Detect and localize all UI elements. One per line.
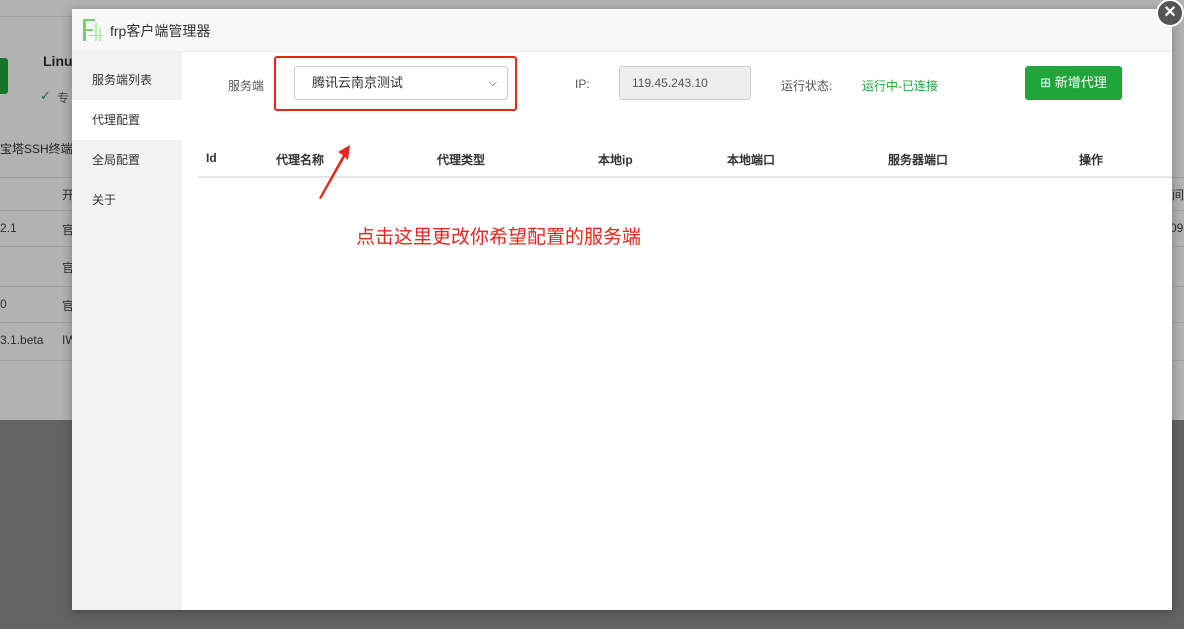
annotation-text: 点击这里更改你希望配置的服务端 [356, 227, 642, 248]
ip-field: 119.45.243.10 [619, 66, 751, 100]
close-icon[interactable]: × [1156, 0, 1184, 27]
modal-title: frp客户端管理器 [110, 23, 211, 39]
plus-square-icon: ⊞ [1040, 75, 1052, 90]
table-header-id: Id [206, 151, 217, 165]
sidebar-item-proxy-config[interactable]: 代理配置 [72, 100, 182, 140]
sidebar-item-about[interactable]: 关于 [72, 180, 182, 220]
annotation-highlight-box [274, 56, 517, 111]
status-value: 运行中-已连接 [862, 79, 938, 93]
server-label: 服务端 [228, 79, 265, 93]
status-label: 运行状态: [781, 79, 833, 93]
table-header-local-port: 本地端口 [727, 153, 776, 167]
modal-sidebar: 服务端列表 代理配置 全局配置 关于 [72, 51, 182, 610]
modal-header: frp客户端管理器 [72, 9, 1172, 52]
ip-label: IP: [575, 77, 590, 91]
sidebar-item-global-config[interactable]: 全局配置 [72, 140, 182, 180]
frp-manager-modal: frp客户端管理器 服务端列表 代理配置 全局配置 关于 服务端 腾讯云南京测试… [72, 9, 1172, 610]
add-proxy-label: 新增代理 [1054, 75, 1107, 90]
sidebar-item-server-list[interactable]: 服务端列表 [72, 60, 182, 100]
add-proxy-button[interactable]: ⊞ 新增代理 [1025, 66, 1122, 100]
table-header-actions: 操作 [1079, 153, 1104, 167]
annotation-arrow-icon [319, 145, 350, 199]
table-header-proxy-type: 代理类型 [437, 153, 486, 167]
table-header-local-ip: 本地ip [598, 153, 633, 167]
table-header-server-port: 服务器端口 [888, 153, 949, 167]
frp-logo-icon [83, 19, 103, 41]
